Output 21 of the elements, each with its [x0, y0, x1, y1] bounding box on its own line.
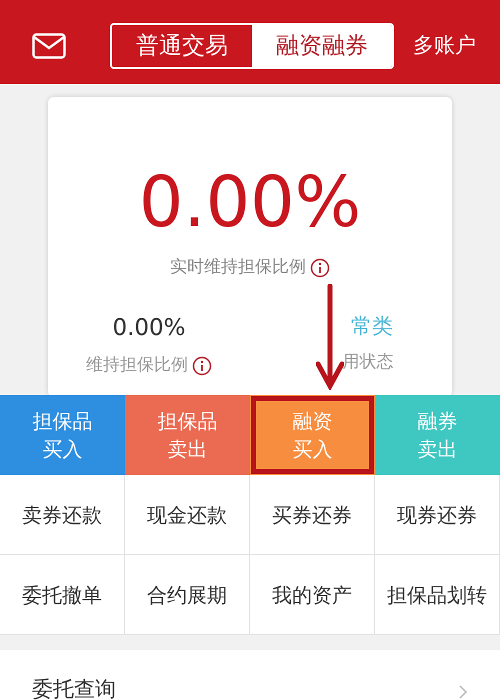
function-button[interactable]: 现券还券: [375, 475, 500, 555]
chevron-right-icon: [458, 684, 468, 700]
function-button[interactable]: 我的资产: [250, 555, 375, 635]
list-row[interactable]: 委托查询: [0, 650, 500, 700]
function-button[interactable]: 卖券还款: [0, 475, 125, 555]
mode-tab[interactable]: 融资融券: [252, 25, 392, 67]
info-icon[interactable]: [192, 356, 212, 376]
ratio-value: 0.00%: [138, 167, 362, 237]
function-button[interactable]: 现金还款: [125, 475, 250, 555]
multi-account-button[interactable]: 多账户: [413, 30, 476, 62]
info-icon[interactable]: [310, 258, 330, 278]
maintain-ratio-value: 0.00%: [112, 314, 186, 342]
function-button[interactable]: 买券还券: [250, 475, 375, 555]
maintain-ratio-label: 维持担保比例: [86, 354, 188, 377]
function-button[interactable]: 担保品划转: [375, 555, 500, 635]
function-button[interactable]: 合约展期: [125, 555, 250, 635]
function-button[interactable]: 委托撤单: [0, 555, 125, 635]
credit-status-label: 用状态: [342, 351, 394, 374]
credit-status-value: 常类: [351, 312, 393, 340]
ratio-label: 实时维持担保比例: [170, 256, 306, 279]
mail-icon[interactable]: [32, 33, 66, 59]
